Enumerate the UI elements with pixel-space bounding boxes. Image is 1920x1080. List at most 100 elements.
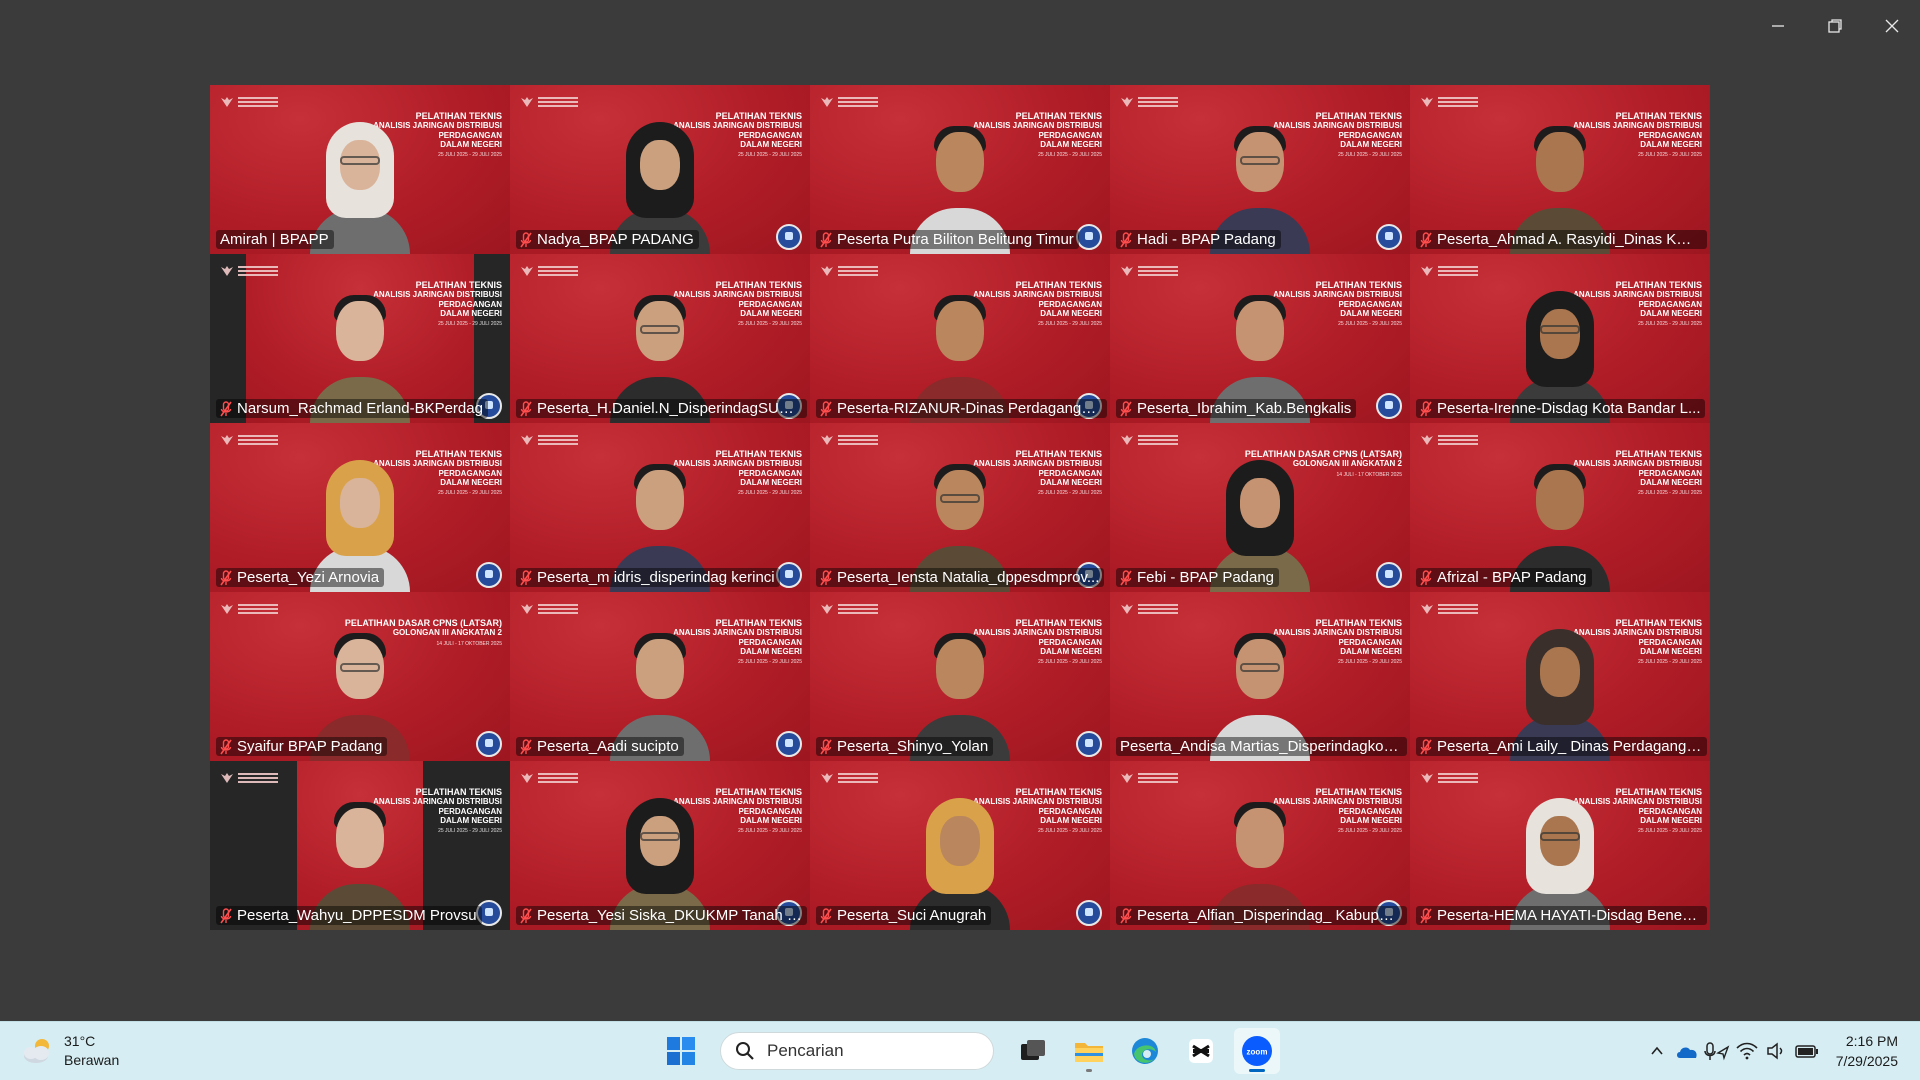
show-hidden-icons-button[interactable] xyxy=(1642,1036,1672,1066)
participant-name-label: Peserta Putra Biliton Belitung Timur xyxy=(816,230,1079,249)
org-badge-icon xyxy=(776,731,802,757)
participant-name: Peserta-Irenne-Disdag Kota Bandar L... xyxy=(1437,400,1701,417)
participant-name: Afrizal - BPAP Padang xyxy=(1437,569,1587,586)
participant-name: Amirah | BPAPP xyxy=(220,231,329,248)
org-badge-icon xyxy=(776,224,802,250)
edge-button[interactable] xyxy=(1122,1028,1168,1074)
participant-tile[interactable]: PELATIHAN TEKNIS ANALISIS JARINGAN DISTRI… xyxy=(1410,423,1710,592)
participant-tile[interactable]: PELATIHAN TEKNIS ANALISIS JARINGAN DISTRI… xyxy=(210,254,510,423)
participant-tile[interactable]: PELATIHAN TEKNIS ANALISIS JARINGAN DISTRI… xyxy=(810,761,1110,930)
participant-tile[interactable]: PELATIHAN TEKNIS ANALISIS JARINGAN DISTRI… xyxy=(1410,254,1710,423)
taskbar-search[interactable] xyxy=(720,1032,994,1070)
ministry-logo xyxy=(1420,264,1478,278)
participant-tile[interactable]: PELATIHAN TEKNIS ANALISIS JARINGAN DISTRI… xyxy=(810,85,1110,254)
participant-tile[interactable]: PELATIHAN TEKNIS ANALISIS JARINGAN DISTRI… xyxy=(210,761,510,930)
weather-widget[interactable]: 31°C Berawan xyxy=(20,1032,119,1070)
mic-location-button[interactable] xyxy=(1702,1036,1732,1066)
participant-name: Peserta_Iensta Natalia_dppesdmprov... xyxy=(837,569,1100,586)
clock[interactable]: 2:16 PM 7/29/2025 xyxy=(1836,1031,1898,1071)
participant-tile[interactable]: PELATIHAN TEKNIS ANALISIS JARINGAN DISTRI… xyxy=(510,423,810,592)
search-input[interactable] xyxy=(765,1040,959,1062)
participant-tile[interactable]: PELATIHAN TEKNIS ANALISIS JARINGAN DISTRI… xyxy=(1110,85,1410,254)
file-explorer-button[interactable] xyxy=(1066,1028,1112,1074)
svg-text:zoom: zoom xyxy=(1247,1048,1268,1057)
participant-name-label: Peserta_Aadi sucipto xyxy=(516,737,684,756)
org-badge-icon xyxy=(476,562,502,588)
ministry-logo xyxy=(220,95,278,109)
participant-name-label: Peserta_Wahyu_DPPESDM Provsu xyxy=(216,906,482,925)
mic-muted-icon xyxy=(1120,231,1132,247)
ministry-logo xyxy=(1120,264,1178,278)
participant-name-label: Peserta-Irenne-Disdag Kota Bandar L... xyxy=(1416,399,1706,418)
participant-tile[interactable]: PELATIHAN TEKNIS ANALISIS JARINGAN DISTRI… xyxy=(1410,85,1710,254)
minimize-icon xyxy=(1771,25,1784,27)
participant-name-label: Peserta_Yesi Siska_DKUKMP Tanah D... xyxy=(516,906,807,925)
participant-tile[interactable]: PELATIHAN TEKNIS ANALISIS JARINGAN DISTRI… xyxy=(510,254,810,423)
participant-tile[interactable]: PELATIHAN TEKNIS ANALISIS JARINGAN DISTRI… xyxy=(810,254,1110,423)
capcut-button[interactable] xyxy=(1178,1028,1224,1074)
ministry-logo xyxy=(1420,771,1478,785)
restore-icon xyxy=(1827,19,1842,33)
participant-name-label: Peserta_Andisa Martias_Disperindagkop... xyxy=(1116,737,1407,756)
participant-name: Peserta_H.Daniel.N_DisperindagSUm... xyxy=(537,400,802,417)
ministry-logo xyxy=(1420,433,1478,447)
battery-button[interactable] xyxy=(1792,1036,1822,1066)
org-badge-icon xyxy=(1376,224,1402,250)
mic-muted-icon xyxy=(1420,569,1432,585)
mic-muted-icon xyxy=(1420,738,1432,754)
participant-tile[interactable]: PELATIHAN TEKNIS ANALISIS JARINGAN DISTRI… xyxy=(1410,592,1710,761)
participant-name-label: Syaifur BPAP Padang xyxy=(216,737,388,756)
ministry-logo xyxy=(220,264,278,278)
org-badge-icon xyxy=(776,562,802,588)
ministry-logo xyxy=(520,771,578,785)
org-badge-icon xyxy=(1376,393,1402,419)
start-icon xyxy=(667,1037,695,1065)
participant-name-label: Hadi - BPAP Padang xyxy=(1116,230,1281,249)
mic-location-icon xyxy=(1703,1042,1730,1061)
participant-tile[interactable]: PELATIHAN TEKNIS ANALISIS JARINGAN DISTRI… xyxy=(810,592,1110,761)
participant-name: Peserta Putra Biliton Belitung Timur xyxy=(837,231,1074,248)
mic-muted-icon xyxy=(220,400,232,416)
mic-muted-icon xyxy=(520,907,532,923)
mic-muted-icon xyxy=(220,738,232,754)
participant-name: Peserta_Andisa Martias_Disperindagkop... xyxy=(1120,738,1402,755)
network-button[interactable] xyxy=(1732,1036,1762,1066)
participant-tile[interactable]: PELATIHAN TEKNIS ANALISIS JARINGAN DISTRI… xyxy=(510,85,810,254)
participant-tile[interactable]: PELATIHAN TEKNIS ANALISIS JARINGAN DISTRI… xyxy=(210,423,510,592)
task-view-button[interactable] xyxy=(1010,1028,1056,1074)
participant-tile[interactable]: PELATIHAN TEKNIS ANALISIS JARINGAN DISTRI… xyxy=(1110,254,1410,423)
participant-name-label: Peserta_Iensta Natalia_dppesdmprov... xyxy=(816,568,1105,587)
participant-tile[interactable]: PELATIHAN TEKNIS ANALISIS JARINGAN DISTRI… xyxy=(210,85,510,254)
search-icon xyxy=(736,1042,754,1060)
onedrive-button[interactable] xyxy=(1672,1036,1702,1066)
participant-name: Peserta_Wahyu_DPPESDM Provsu xyxy=(237,907,477,924)
participant-tile[interactable]: PELATIHAN TEKNIS ANALISIS JARINGAN DISTRI… xyxy=(1410,761,1710,930)
ministry-logo xyxy=(520,95,578,109)
weather-temperature: 31°C xyxy=(64,1033,96,1049)
participant-name: Peserta_Yesi Siska_DKUKMP Tanah D... xyxy=(537,907,802,924)
zoom-button[interactable]: zoom xyxy=(1234,1028,1280,1074)
participant-tile[interactable]: PELATIHAN DASAR CPNS (LATSAR) GOLONGAN II… xyxy=(1110,423,1410,592)
participant-name: Peserta_m idris_disperindag kerinci xyxy=(537,569,775,586)
minimize-button[interactable] xyxy=(1749,0,1806,52)
volume-button[interactable] xyxy=(1762,1036,1792,1066)
participant-tile[interactable]: PELATIHAN TEKNIS ANALISIS JARINGAN DISTRI… xyxy=(1110,592,1410,761)
participant-name-label: Nadya_BPAP PADANG xyxy=(516,230,699,249)
mic-muted-icon xyxy=(1120,400,1132,416)
wifi-icon xyxy=(1736,1042,1758,1060)
participant-tile[interactable]: PELATIHAN DASAR CPNS (LATSAR) GOLONGAN II… xyxy=(210,592,510,761)
start-button[interactable] xyxy=(658,1028,704,1074)
close-button[interactable] xyxy=(1863,0,1920,52)
participant-tile[interactable]: PELATIHAN TEKNIS ANALISIS JARINGAN DISTRI… xyxy=(1110,761,1410,930)
org-badge-icon xyxy=(1076,224,1102,250)
participant-name: Peserta_Yezi Arnovia xyxy=(237,569,380,586)
participant-tile[interactable]: PELATIHAN TEKNIS ANALISIS JARINGAN DISTRI… xyxy=(510,761,810,930)
clock-time: 2:16 PM xyxy=(1845,1033,1898,1049)
mic-muted-icon xyxy=(1420,231,1432,247)
org-badge-icon xyxy=(1376,562,1402,588)
participant-tile[interactable]: PELATIHAN TEKNIS ANALISIS JARINGAN DISTRI… xyxy=(510,592,810,761)
partly-cloudy-icon xyxy=(20,1036,56,1066)
participant-tile[interactable]: PELATIHAN TEKNIS ANALISIS JARINGAN DISTRI… xyxy=(810,423,1110,592)
mic-muted-icon xyxy=(820,738,832,754)
restore-button[interactable] xyxy=(1806,0,1863,52)
